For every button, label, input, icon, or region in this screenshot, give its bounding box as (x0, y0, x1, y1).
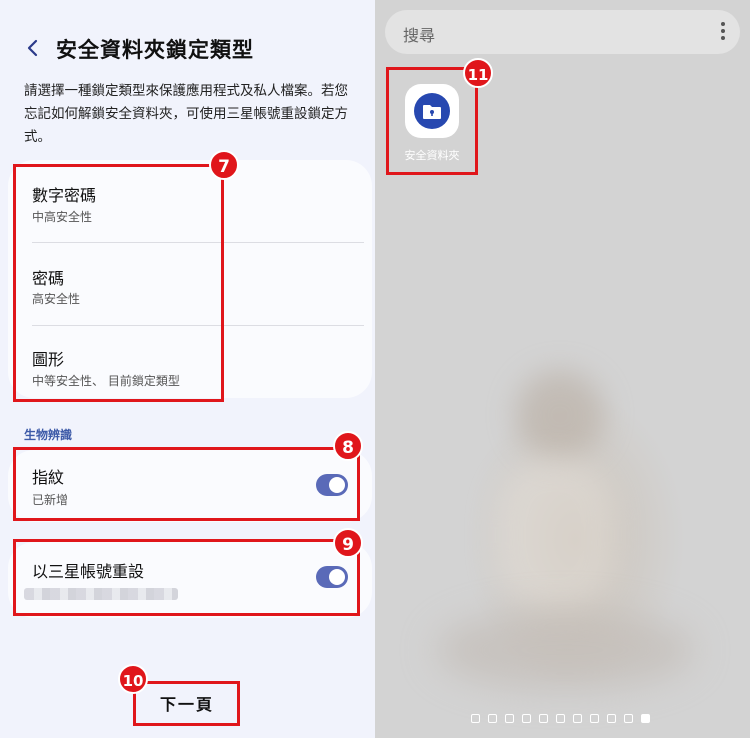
annotation-badge-7: 7 (209, 150, 239, 180)
page-dot[interactable] (539, 714, 548, 723)
page-dot[interactable] (505, 714, 514, 723)
page-description: 請選擇一種鎖定類型來保護應用程式及私人檔案。若您忘記如何解鎖安全資料夾，可使用三… (24, 83, 348, 145)
page-dot[interactable] (573, 714, 582, 723)
lock-type-screen: 安全資料夾鎖定類型 請選擇一種鎖定類型來保護應用程式及私人檔案。若您忘記如何解鎖… (0, 0, 375, 738)
page-indicator[interactable] (471, 714, 650, 726)
annotation-badge-11: 11 (463, 58, 493, 88)
page-dot[interactable] (556, 714, 565, 723)
annotation-box-10 (133, 681, 240, 726)
wallpaper-shape (515, 370, 605, 460)
search-bar[interactable]: 搜尋 (385, 10, 740, 54)
wallpaper-shape (495, 460, 615, 610)
annotation-box-9 (13, 539, 360, 616)
launcher-screen: 搜尋 安全資料夾 11 (375, 0, 750, 738)
annotation-box-7 (13, 164, 224, 402)
page-dot[interactable] (624, 714, 633, 723)
annotation-badge-8: 8 (333, 431, 363, 461)
page-dot[interactable] (607, 714, 616, 723)
page-dot[interactable] (641, 714, 650, 723)
back-arrow-icon[interactable] (24, 36, 42, 60)
more-options-icon[interactable] (720, 22, 726, 42)
annotation-box-11 (386, 67, 478, 175)
annotation-badge-10: 10 (118, 664, 148, 694)
page-dot[interactable] (488, 714, 497, 723)
page-title: 安全資料夾鎖定類型 (56, 38, 254, 62)
biometrics-section-label: 生物辨識 (24, 428, 73, 442)
annotation-box-8 (13, 447, 360, 521)
page-dot[interactable] (471, 714, 480, 723)
wallpaper-shape (435, 610, 695, 690)
annotation-badge-9: 9 (333, 528, 363, 558)
page-dot[interactable] (590, 714, 599, 723)
page-dot[interactable] (522, 714, 531, 723)
search-placeholder: 搜尋 (403, 26, 436, 45)
